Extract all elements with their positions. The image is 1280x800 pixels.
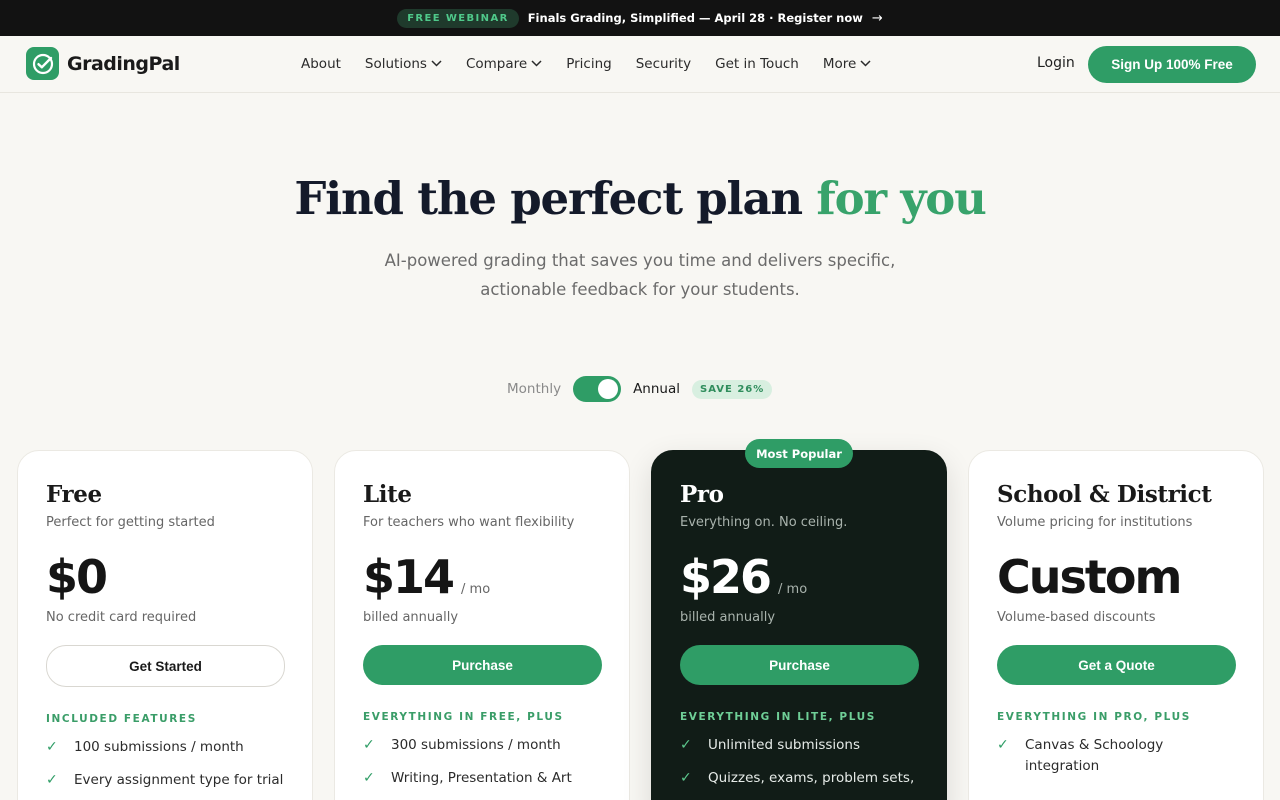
- save-badge: SAVE 26%: [692, 379, 773, 399]
- plan-price: $0: [46, 550, 108, 604]
- purchase-pro-button[interactable]: Purchase: [680, 645, 919, 685]
- feature-item: ✓ 300 submissions / month: [363, 735, 601, 756]
- signup-button[interactable]: Sign Up 100% Free: [1088, 46, 1256, 83]
- checkmark-logo-icon: [26, 47, 59, 80]
- features-heading: EVERYTHING IN LITE, PLUS: [680, 711, 876, 723]
- get-started-button[interactable]: Get Started: [46, 645, 285, 687]
- check-icon: ✓: [46, 772, 58, 788]
- feature-text: Writing, Presentation & Art: [391, 770, 572, 786]
- announcement-message[interactable]: Finals Grading, Simplified — April 28 · …: [528, 11, 863, 25]
- feature-item: ✓ 100 submissions / month: [46, 737, 284, 758]
- most-popular-badge: Most Popular: [745, 439, 853, 468]
- nav-about[interactable]: About: [301, 56, 341, 72]
- subtitle-line-1: AI-powered grading that saves you time a…: [384, 251, 896, 270]
- feature-text: 300 submissions / month: [391, 737, 561, 753]
- check-icon: ✓: [363, 770, 375, 786]
- nav-pricing-label: Pricing: [566, 56, 612, 72]
- plan-price: $26: [680, 550, 772, 604]
- title-accent: for you: [816, 172, 986, 225]
- arrow-right-icon: →: [871, 10, 883, 26]
- features-heading: EVERYTHING IN PRO, PLUS: [997, 711, 1191, 723]
- plan-billing-note: billed annually: [680, 610, 776, 625]
- nav-solutions-label: Solutions: [364, 56, 427, 72]
- billing-annual-label[interactable]: Annual: [633, 381, 680, 397]
- top-nav: GradingPal About Solutions Compare Prici…: [0, 36, 1280, 93]
- page-title: Find the perfect plan for you: [0, 172, 1280, 225]
- plan-price-row: $0: [46, 550, 284, 606]
- plan-tagline: Everything on. No ceiling.: [680, 515, 848, 530]
- chevron-down-icon: [531, 59, 542, 70]
- chevron-down-icon: [860, 59, 871, 70]
- title-main: Find the perfect plan: [294, 172, 817, 225]
- nav-about-label: About: [301, 56, 341, 72]
- check-icon: ✓: [680, 737, 692, 753]
- purchase-lite-button[interactable]: Purchase: [363, 645, 602, 685]
- plan-card-lite: Lite For teachers who want flexibility $…: [334, 450, 630, 800]
- get-a-quote-button[interactable]: Get a Quote: [997, 645, 1236, 685]
- feature-item: ✓ Quizzes, exams, problem sets,: [680, 768, 918, 789]
- check-icon: ✓: [363, 737, 375, 753]
- nav-more[interactable]: More: [823, 56, 871, 72]
- plan-name: School & District: [997, 481, 1212, 508]
- feature-text: 100 submissions / month: [74, 739, 244, 755]
- billing-monthly-label[interactable]: Monthly: [507, 381, 561, 397]
- nav-compare-label: Compare: [465, 56, 528, 72]
- plan-price: Custom: [997, 550, 1182, 604]
- nav-pricing[interactable]: Pricing: [566, 56, 612, 72]
- feature-text: Quizzes, exams, problem sets,: [708, 770, 915, 786]
- check-icon: ✓: [46, 739, 58, 755]
- announcement-bar[interactable]: FREE WEBINAR Finals Grading, Simplified …: [0, 0, 1280, 36]
- feature-text: Canvas & Schoology integration: [1025, 737, 1164, 774]
- plan-billing-note: billed annually: [363, 610, 459, 625]
- plan-price-period: / mo: [461, 582, 491, 597]
- plan-tagline: Volume pricing for institutions: [997, 515, 1193, 530]
- brand-logo[interactable]: GradingPal: [26, 47, 180, 80]
- check-icon: ✓: [997, 737, 1009, 753]
- plan-name: Free: [46, 481, 102, 508]
- subtitle-line-2: actionable feedback for your students.: [480, 280, 800, 299]
- page-subtitle: AI-powered grading that saves you time a…: [340, 246, 940, 304]
- plan-billing-note: Volume-based discounts: [997, 610, 1156, 625]
- plan-price-row: Custom: [997, 550, 1235, 606]
- features-heading: EVERYTHING IN FREE, PLUS: [363, 711, 564, 723]
- toggle-knob: [598, 379, 619, 399]
- feature-item: ✓ Unlimited submissions: [680, 735, 918, 756]
- plan-card-free: Free Perfect for getting started $0 No c…: [17, 450, 313, 800]
- billing-toggle-group: Monthly Annual SAVE 26%: [507, 376, 773, 402]
- nav-links: About Solutions Compare Pricing Security…: [301, 36, 895, 92]
- plan-price: $14: [363, 550, 455, 604]
- billing-period-toggle[interactable]: [573, 376, 622, 402]
- plan-tagline: Perfect for getting started: [46, 515, 215, 530]
- check-icon: ✓: [680, 770, 692, 786]
- nav-compare[interactable]: Compare: [466, 56, 542, 72]
- login-link[interactable]: Login: [1037, 55, 1075, 71]
- plan-name: Pro: [680, 481, 724, 508]
- feature-item: ✓ Writing, Presentation & Art: [363, 768, 601, 789]
- chevron-down-icon: [431, 59, 442, 70]
- plan-card-pro: Pro Everything on. No ceiling. $26 / mo …: [651, 450, 947, 800]
- nav-solutions[interactable]: Solutions: [365, 56, 442, 72]
- nav-security-label: Security: [635, 56, 692, 72]
- features-heading: INCLUDED FEATURES: [46, 713, 197, 725]
- feature-item: ✓ Canvas & Schoology integration: [997, 735, 1235, 777]
- nav-get-in-touch-label: Get in Touch: [715, 56, 799, 72]
- webinar-pill: FREE WEBINAR: [397, 8, 519, 28]
- feature-text: Unlimited submissions: [708, 737, 861, 753]
- brand-name: GradingPal: [67, 52, 180, 75]
- plan-tagline: For teachers who want flexibility: [363, 515, 575, 530]
- plan-name: Lite: [363, 481, 412, 508]
- plan-billing-note: No credit card required: [46, 610, 197, 625]
- feature-item: ✓ Every assignment type for trial: [46, 770, 284, 791]
- nav-security[interactable]: Security: [636, 56, 691, 72]
- plan-price-period: / mo: [778, 582, 808, 597]
- nav-get-in-touch[interactable]: Get in Touch: [715, 56, 799, 72]
- plan-price-row: $14 / mo: [363, 550, 601, 606]
- nav-more-label: More: [822, 56, 857, 72]
- plan-price-row: $26 / mo: [680, 550, 918, 606]
- feature-text: Every assignment type for trial: [74, 772, 284, 788]
- plan-card-school-district: School & District Volume pricing for ins…: [968, 450, 1264, 800]
